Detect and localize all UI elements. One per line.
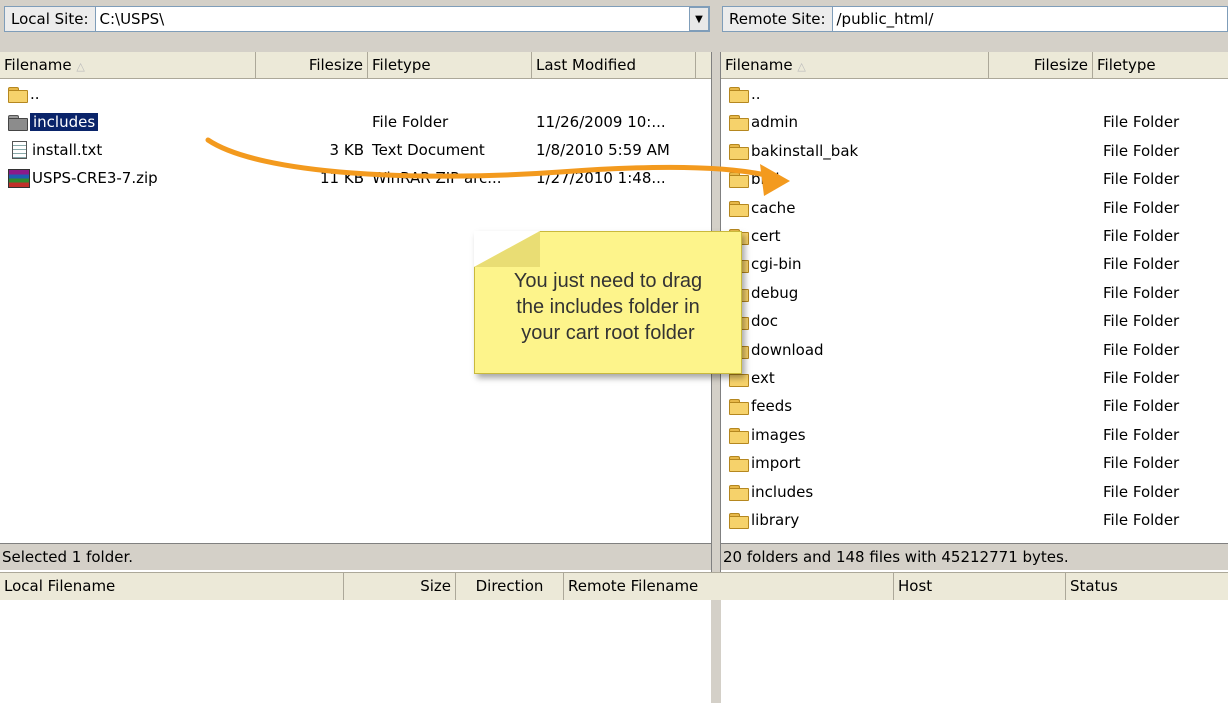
drag-arrow-head [760,164,790,196]
drag-arrow-path [205,137,773,179]
drag-arrow [205,137,790,196]
